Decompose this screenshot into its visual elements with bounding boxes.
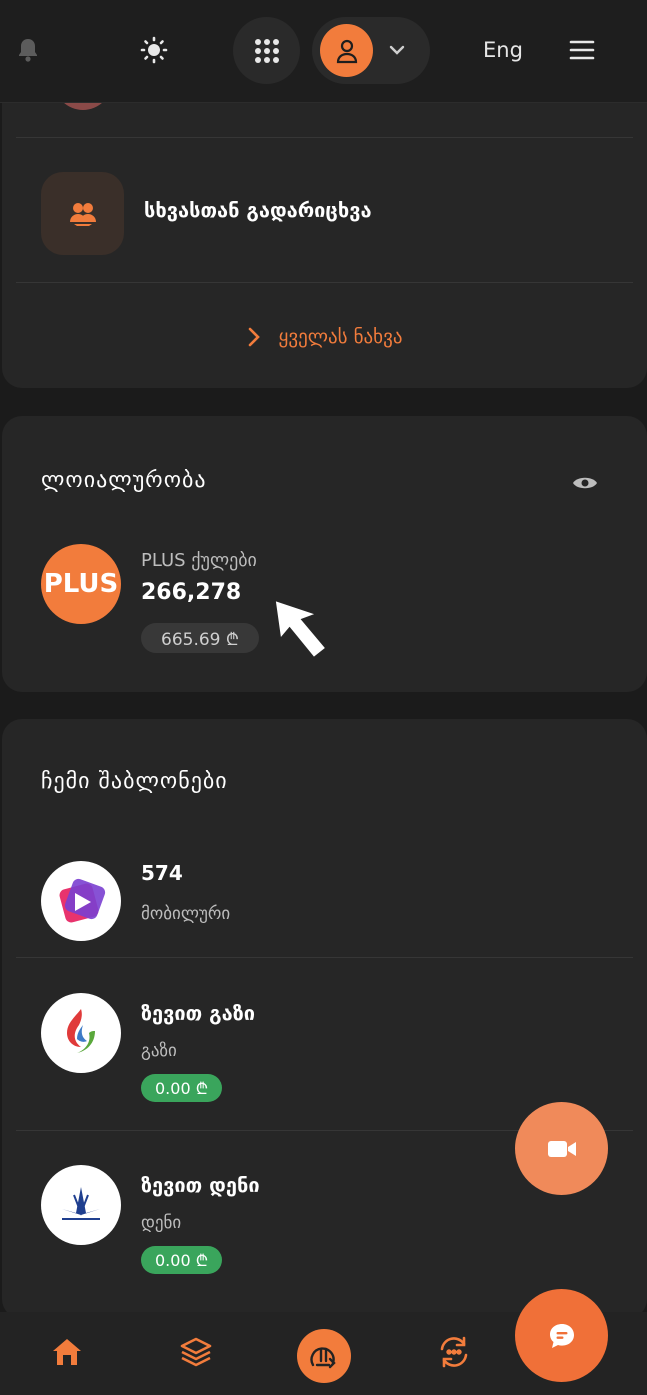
profile-switcher[interactable] bbox=[312, 17, 430, 84]
layers-icon[interactable] bbox=[174, 1330, 218, 1374]
mobile-provider-logo bbox=[41, 861, 121, 941]
plus-logo-text: PLUS bbox=[43, 569, 119, 599]
apps-grid-icon[interactable] bbox=[233, 17, 300, 84]
points-value: 266,278 bbox=[141, 580, 242, 605]
see-all-label: ყველას ნახვა bbox=[278, 326, 403, 348]
chat-icon bbox=[549, 1323, 574, 1348]
templates-title: ჩემი შაბლონები bbox=[41, 769, 228, 794]
menu-icon[interactable] bbox=[562, 30, 602, 70]
gas-provider-logo bbox=[41, 993, 121, 1073]
divider bbox=[16, 957, 633, 958]
loyalty-card: ლოიალურობა PLUS PLUS ქულები 266,278 665.… bbox=[2, 416, 647, 692]
bell-icon[interactable] bbox=[12, 34, 44, 66]
payments-icon[interactable] bbox=[297, 1329, 351, 1383]
split-transfer-label[interactable]: სხვასთან გადარიცხვა bbox=[144, 198, 372, 222]
transfer-icon[interactable] bbox=[432, 1330, 476, 1374]
template-name: ზევით გაზი bbox=[141, 1001, 255, 1025]
template-subtitle: დენი bbox=[141, 1213, 182, 1233]
divider bbox=[16, 137, 633, 138]
points-money-badge: 665.69 ₾ bbox=[141, 623, 259, 653]
template-amount-badge: 0.00 ₾ bbox=[141, 1246, 223, 1274]
see-all-button[interactable]: ყველას ნახვა bbox=[2, 321, 647, 353]
people-icon[interactable] bbox=[41, 172, 124, 255]
home-icon[interactable] bbox=[45, 1330, 89, 1374]
sun-icon[interactable] bbox=[138, 34, 170, 66]
chat-button[interactable] bbox=[515, 1289, 608, 1382]
arrow-pointer-icon bbox=[275, 601, 325, 657]
template-name: ზევით დენი bbox=[141, 1173, 260, 1197]
templates-card: ჩემი შაბლონები 574 მობილური ზევით გაზი გ… bbox=[2, 719, 647, 1319]
chevron-right-icon bbox=[248, 327, 260, 347]
top-bar: Eng bbox=[0, 0, 647, 103]
divider bbox=[16, 282, 633, 283]
template-subtitle: გაზი bbox=[141, 1041, 177, 1061]
template-subtitle: მობილური bbox=[141, 904, 231, 924]
language-switch[interactable]: Eng bbox=[472, 30, 534, 70]
loyalty-title: ლოიალურობა bbox=[41, 468, 207, 493]
user-icon bbox=[320, 24, 373, 77]
plus-logo: PLUS bbox=[41, 544, 121, 624]
video-camera-icon bbox=[547, 1140, 576, 1157]
points-label: PLUS ქულები bbox=[141, 550, 257, 571]
transfers-card: სხვასთან გადარიცხვა ყველას ნახვა bbox=[2, 60, 647, 388]
chevron-down-icon bbox=[386, 39, 408, 61]
electricity-provider-logo bbox=[41, 1165, 121, 1245]
template-amount-badge: 0.00 ₾ bbox=[141, 1074, 223, 1102]
eye-icon[interactable] bbox=[571, 469, 599, 497]
template-name: 574 bbox=[141, 861, 183, 885]
video-call-button[interactable] bbox=[515, 1102, 608, 1195]
